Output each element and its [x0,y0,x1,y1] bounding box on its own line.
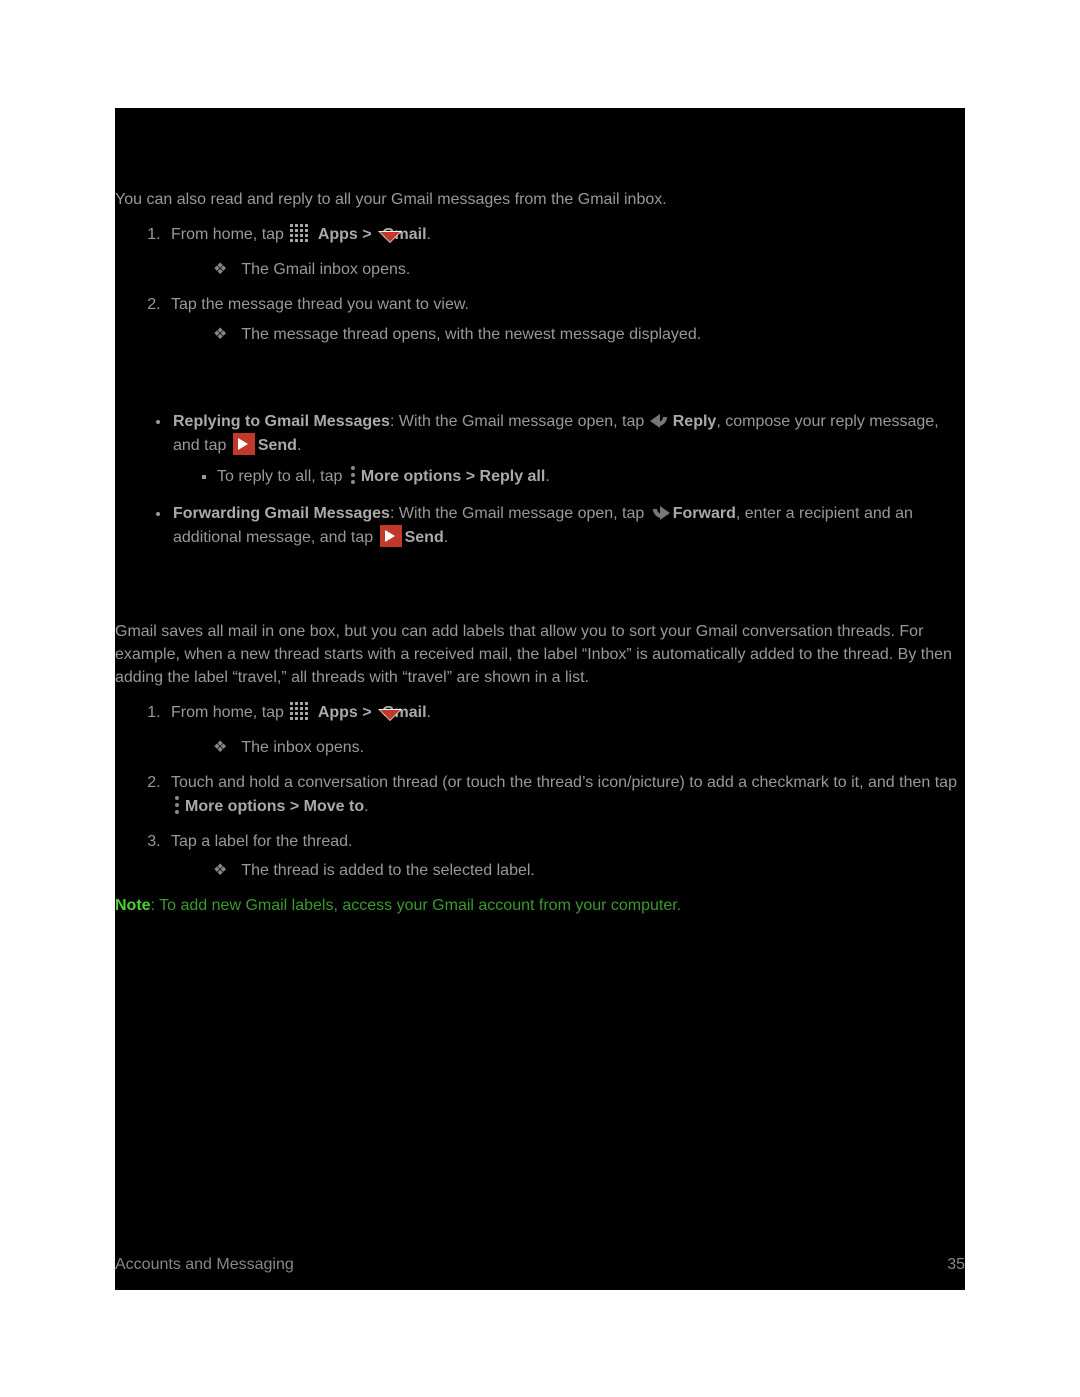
lstep1-prefix: From home, tap [171,704,288,721]
labels-intro: Gmail saves all mail in one box, but you… [115,614,965,694]
steps-labels: From home, tap Apps > Gmail. The inbox o… [115,701,965,882]
footer-section-title: Accounts and Messaging [115,1253,294,1276]
reply-item: Replying to Gmail Messages: With the Gma… [171,410,965,489]
more-options-icon [349,466,357,484]
note-line: Note: To add new Gmail labels, access yo… [115,894,965,917]
send-icon-2 [380,525,402,547]
reply-all-bold: More options > Reply all [361,468,545,485]
note-label: Note [115,897,151,914]
step-2: Tap the message thread you want to view.… [165,293,965,345]
send-label: Send [258,437,297,454]
lstep3-result-list: The thread is added to the selected labe… [171,859,965,882]
apps-grid-icon-2 [290,702,310,722]
step-1: From home, tap Apps > Gmail. The Gmail i… [165,223,965,281]
forward-t1: : With the Gmail message open, tap [390,505,649,522]
lstep3-result: The thread is added to the selected labe… [213,859,965,882]
forward-item: Forwarding Gmail Messages: With the Gmai… [171,502,965,549]
note-text: : To add new Gmail labels, access your G… [151,897,682,914]
apps-grid-icon [290,224,310,244]
move-to-bold: More options > Move to [185,798,364,815]
steps-read: From home, tap Apps > Gmail. The Gmail i… [115,223,965,346]
reply-all-item: To reply to all, tap More options > Repl… [217,465,965,488]
more-options-icon-2 [173,796,181,814]
document-body: { "heading_read":"Read and Reply to Gmai… [115,108,965,1290]
period6: . [364,798,368,815]
heading-read-reply: Read and Reply to Gmail Messages [115,138,965,170]
reply-sublist: To reply to all, tap More options > Repl… [173,465,965,488]
period4: . [444,529,448,546]
send-icon [233,433,255,455]
lstep-3: Tap a label for the thread. The thread i… [165,830,965,882]
lstep-2: Touch and hold a conversation thread (or… [165,771,965,817]
page-number: 35 [947,1253,965,1276]
period5: . [427,704,431,721]
reply-t1: : With the Gmail message open, tap [390,413,649,430]
heading-options: Options when Reviewing Gmail Messages [115,366,965,398]
heading-labels: Use Gmail Labels [115,570,965,602]
reply-label: Replying to Gmail Messages [173,413,390,430]
step1-result-list: The Gmail inbox opens. [171,258,965,281]
step2-result-list: The message thread opens, with the newes… [171,323,965,346]
reply-arrow-icon [650,412,670,428]
apps-label: Apps > [318,226,376,243]
forward-bold: Forward [673,505,736,522]
lstep1-result: The inbox opens. [213,736,965,759]
page: { "heading_read":"Read and Reply to Gmai… [0,0,1080,1397]
lstep2-t1: Touch and hold a conversation thread (or… [171,774,957,791]
forward-label: Forwarding Gmail Messages [173,505,390,522]
step2-text: Tap the message thread you want to view. [171,296,469,313]
period2: . [297,437,301,454]
step1-prefix: From home, tap [171,226,288,243]
step2-result: The message thread opens, with the newes… [213,323,965,346]
lstep-1: From home, tap Apps > Gmail. The inbox o… [165,701,965,759]
forward-arrow-icon [650,504,670,520]
period: . [427,226,431,243]
lstep3-text: Tap a label for the thread. [171,833,352,850]
step1-result: The Gmail inbox opens. [213,258,965,281]
period3: . [545,468,549,485]
options-list: Replying to Gmail Messages: With the Gma… [115,410,965,550]
lstep1-result-list: The inbox opens. [171,736,965,759]
reply-bold: Reply [673,413,717,430]
send-label-2: Send [405,529,444,546]
intro-text: You can also read and reply to all your … [115,182,965,215]
reply-sub-prefix: To reply to all, tap [217,468,347,485]
apps-label-2: Apps > [318,704,376,721]
